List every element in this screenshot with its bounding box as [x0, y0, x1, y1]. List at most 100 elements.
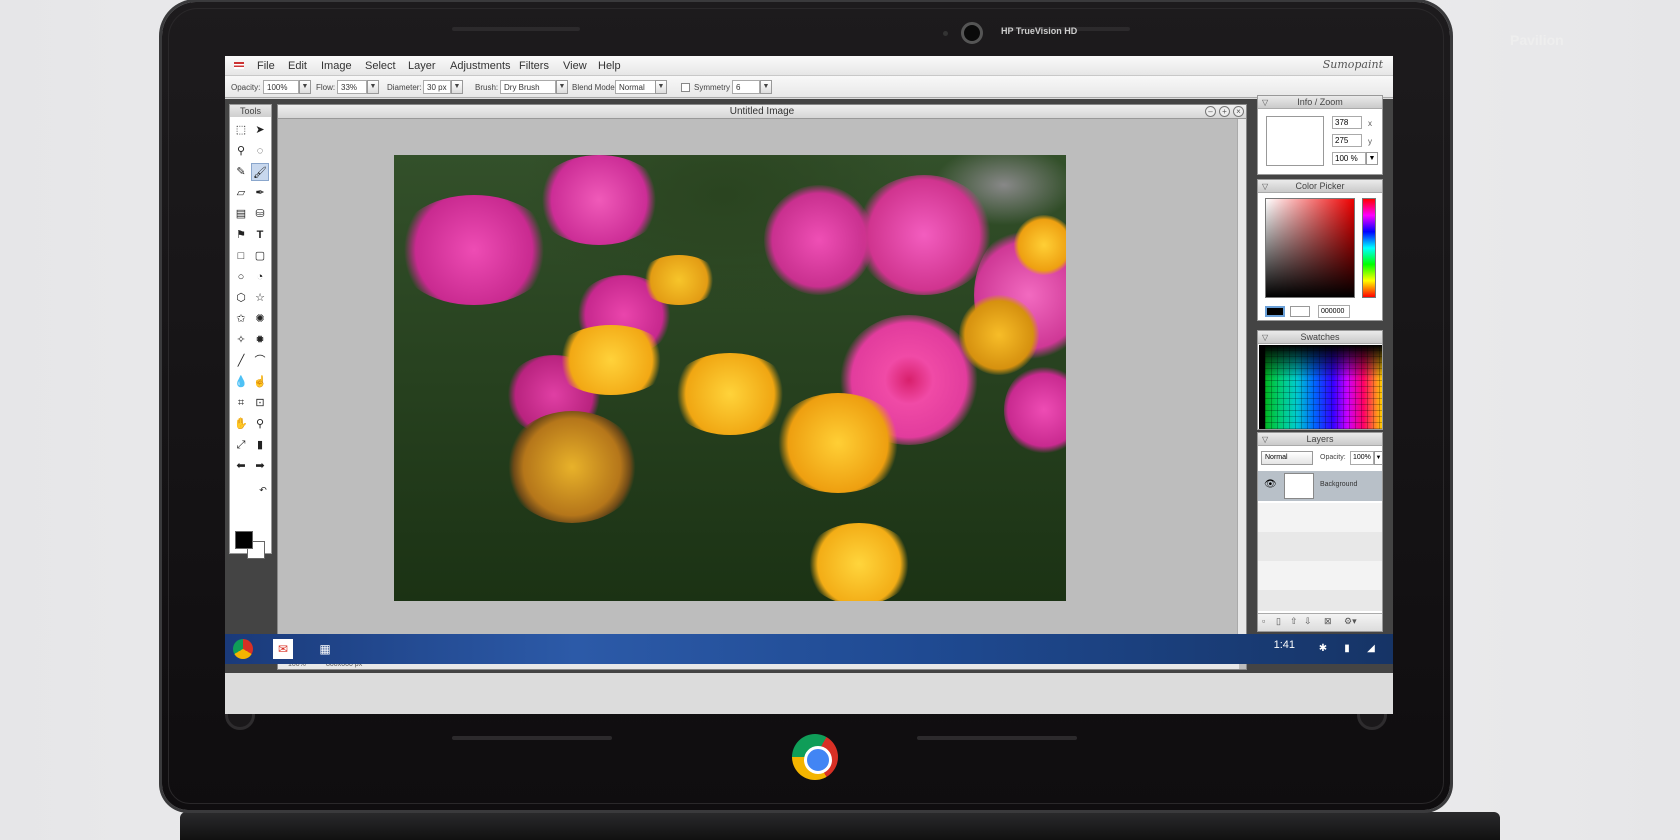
zoom-dropdown-icon[interactable]: ▼ — [1366, 152, 1378, 165]
brush-tool-icon[interactable]: 🖌 — [251, 163, 269, 181]
gmail-taskbar-icon[interactable]: ✉ — [273, 639, 293, 659]
taskbar-clock[interactable]: 1:41 — [1274, 639, 1295, 651]
menu-file[interactable]: File — [257, 60, 275, 72]
navigator-preview[interactable] — [1266, 116, 1324, 166]
eraser-tool-icon[interactable]: ▱ — [232, 184, 250, 202]
menu-help[interactable]: Help — [598, 60, 621, 72]
shape-tool-icon[interactable]: ✧ — [232, 331, 250, 349]
swap-colors-icon[interactable]: ↶ — [254, 481, 272, 499]
symmetry-checkbox[interactable] — [681, 83, 690, 92]
language-flag-icon[interactable] — [234, 62, 244, 69]
move-down-icon[interactable]: ⇩ — [1304, 616, 1312, 627]
gradient-tool-icon[interactable]: ▤ — [232, 205, 250, 223]
layer-row[interactable]: 👁 Background — [1258, 471, 1382, 501]
layer-opacity-field[interactable]: 100% — [1350, 451, 1374, 465]
chrome-taskbar-icon[interactable] — [233, 639, 253, 659]
network-status-icon[interactable]: ✱ — [1313, 639, 1333, 659]
battery-status-icon[interactable]: ▮ — [1337, 639, 1357, 659]
transform-tool-icon[interactable]: ⊡ — [251, 394, 269, 412]
stamp-tool-icon[interactable]: ⚑ — [232, 226, 250, 244]
pencil-tool-icon[interactable]: ✎ — [232, 163, 250, 181]
current-color-swatch[interactable] — [1265, 306, 1285, 317]
y-label: y — [1368, 137, 1372, 146]
ellipse-tool-icon[interactable]: ○ — [232, 268, 250, 286]
star-outline-tool-icon[interactable]: ✩ — [232, 310, 250, 328]
curve-tool-icon[interactable]: ⌒ — [251, 352, 269, 370]
layer-blend-select[interactable]: Normal — [1261, 451, 1313, 465]
marquee-tool-icon[interactable]: ⬚ — [232, 121, 250, 139]
new-layer-icon[interactable]: ▫ — [1262, 616, 1265, 626]
line-tool-icon[interactable]: ╱ — [232, 352, 250, 370]
eyedropper-tool-icon[interactable]: ⤢ — [232, 436, 250, 454]
blur-tool-icon[interactable]: 💧 — [232, 373, 250, 391]
symmetry-field[interactable]: 6 — [732, 80, 760, 94]
brush-dropdown-icon[interactable]: ▼ — [556, 80, 568, 94]
diameter-field[interactable]: 30 px — [423, 80, 451, 94]
brush-field[interactable]: Dry Brush — [500, 80, 556, 94]
polygon-tool-icon[interactable]: ⬡ — [232, 289, 250, 307]
star-tool-icon[interactable]: ☆ — [251, 289, 269, 307]
blend-mode-dropdown-icon[interactable]: ▼ — [655, 80, 667, 94]
user-status-icon[interactable]: ◢ — [1361, 639, 1381, 659]
layer-opacity-dropdown-icon[interactable]: ▼ — [1374, 451, 1383, 465]
rounded-rect-tool-icon[interactable]: ▢ — [251, 247, 269, 265]
minimize-icon[interactable]: – — [1205, 106, 1216, 117]
wand-tool-icon[interactable]: ⚲ — [232, 142, 250, 160]
pie-tool-icon[interactable]: ◔ — [251, 268, 269, 286]
swatches-title[interactable]: Swatches — [1258, 331, 1382, 344]
move-tool-icon[interactable]: ➤ — [251, 121, 269, 139]
menu-filters[interactable]: Filters — [519, 60, 549, 72]
burst-tool-icon[interactable]: ✺ — [251, 310, 269, 328]
hand-tool-icon[interactable]: ✋ — [232, 415, 250, 433]
hex-color-field[interactable]: 000000 — [1318, 305, 1350, 318]
menu-layer[interactable]: Layer — [408, 60, 436, 72]
layers-title[interactable]: Layers — [1258, 433, 1382, 446]
menu-adjustments[interactable]: Adjustments — [450, 60, 511, 72]
color-picker-title[interactable]: Color Picker — [1258, 180, 1382, 193]
flow-field[interactable]: 33% — [337, 80, 367, 94]
close-icon[interactable]: × — [1233, 106, 1244, 117]
zoom-value-field[interactable]: 100 % — [1332, 152, 1366, 165]
webcam-icon — [961, 22, 983, 44]
text-tool-icon[interactable]: T — [251, 226, 269, 244]
maximize-icon[interactable]: + — [1219, 106, 1230, 117]
foreground-color-swatch[interactable] — [235, 531, 253, 549]
redo-arrow-icon[interactable]: ➡ — [251, 457, 269, 475]
layer-effects-icon[interactable]: ⊠ — [1324, 616, 1332, 627]
x-value-field[interactable]: 378 — [1332, 116, 1362, 129]
previous-color-swatch[interactable] — [1290, 306, 1310, 317]
menu-select[interactable]: Select — [365, 60, 396, 72]
menu-edit[interactable]: Edit — [288, 60, 307, 72]
color-gradient-field[interactable] — [1265, 198, 1355, 298]
blend-mode-field[interactable]: Normal — [615, 80, 659, 94]
canvas-image[interactable] — [394, 155, 1066, 601]
hue-slider[interactable] — [1362, 198, 1376, 298]
crop-tool-icon[interactable]: ⌗ — [232, 394, 250, 412]
ruler-tool-icon[interactable]: ▮ — [251, 436, 269, 454]
gear-shape-tool-icon[interactable]: ✹ — [251, 331, 269, 349]
app-launcher-icon[interactable]: ▦ — [315, 639, 335, 659]
vertical-scrollbar[interactable] — [1237, 119, 1246, 649]
delete-layer-icon[interactable]: ▯ — [1276, 616, 1281, 627]
visibility-eye-icon[interactable]: 👁 — [1264, 479, 1277, 490]
rectangle-tool-icon[interactable]: □ — [232, 247, 250, 265]
diameter-dropdown-icon[interactable]: ▼ — [451, 80, 463, 94]
move-up-icon[interactable]: ⇧ — [1290, 616, 1298, 627]
bucket-tool-icon[interactable]: ⛁ — [251, 205, 269, 223]
opacity-field[interactable]: 100% — [263, 80, 299, 94]
smudge-tool-icon[interactable]: ☝ — [251, 373, 269, 391]
menu-image[interactable]: Image — [321, 60, 352, 72]
menu-view[interactable]: View — [563, 60, 587, 72]
symmetry-dropdown-icon[interactable]: ▼ — [760, 80, 772, 94]
flow-dropdown-icon[interactable]: ▼ — [367, 80, 379, 94]
lasso-tool-icon[interactable]: ◌ — [251, 142, 269, 160]
opacity-dropdown-icon[interactable]: ▼ — [299, 80, 311, 94]
layer-settings-gear-icon[interactable]: ⚙▾ — [1344, 616, 1357, 627]
y-value-field[interactable]: 275 — [1332, 134, 1362, 147]
pen-tool-icon[interactable]: ✒ — [251, 184, 269, 202]
undo-arrow-icon[interactable]: ⬅ — [232, 457, 250, 475]
layers-empty-area — [1258, 503, 1382, 611]
zoom-tool-icon[interactable]: ⚲ — [251, 415, 269, 433]
info-zoom-title[interactable]: Info / Zoom — [1258, 96, 1382, 109]
swatch-grid[interactable] — [1259, 345, 1382, 429]
